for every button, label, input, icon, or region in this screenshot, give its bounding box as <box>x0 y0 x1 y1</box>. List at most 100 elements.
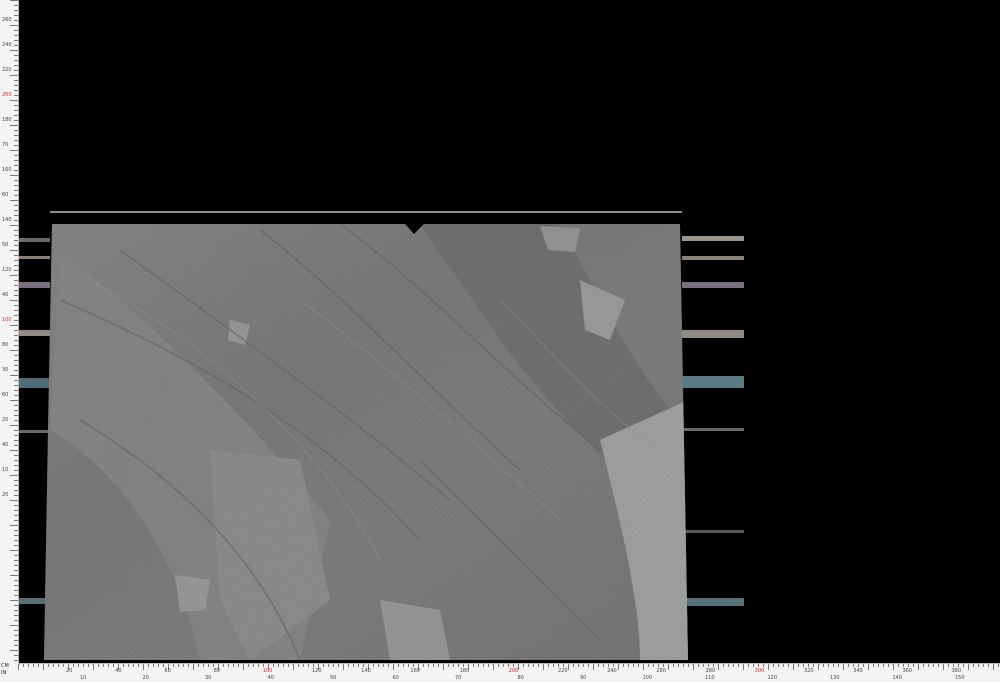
ruler-tick <box>753 664 754 667</box>
ruler-tick <box>928 664 929 667</box>
ruler-label-in: 50 <box>330 675 337 681</box>
ruler-tick <box>14 70 18 71</box>
ruler-tick <box>623 664 624 667</box>
ruler-tick <box>258 664 259 667</box>
ruler-tick <box>563 664 564 667</box>
ruler-tick <box>14 570 18 571</box>
ruler-tick <box>673 664 674 667</box>
ruler-tick <box>693 664 694 670</box>
ruler-tick <box>793 664 794 670</box>
ruler-tick <box>188 664 189 667</box>
ruler-tick <box>14 555 18 556</box>
ruler-tick <box>918 664 919 670</box>
ruler-tick <box>678 664 679 667</box>
ruler-tick <box>14 460 18 461</box>
ruler-tick <box>73 664 74 667</box>
ruler-corner: CM IN <box>0 663 18 681</box>
ruler-tick <box>14 535 18 536</box>
ruler-tick <box>833 664 834 667</box>
ruler-tick <box>88 664 89 667</box>
ruler-label: 240 <box>2 42 12 48</box>
ruler-tick <box>198 664 199 667</box>
ruler-tick <box>433 664 434 667</box>
ruler-tick <box>123 664 124 667</box>
ruler-label-cm: 100 <box>262 668 273 674</box>
ruler-tick <box>14 40 18 41</box>
ruler-label-in: 10 <box>80 675 87 681</box>
ruler-tick <box>58 664 59 667</box>
ruler-tick <box>383 664 384 667</box>
ruler-label-cm: 120 <box>312 668 322 674</box>
ruler-tick <box>14 305 18 306</box>
ruler-unit-in: IN <box>1 670 7 676</box>
ruler-tick <box>903 664 904 667</box>
ruler-tick <box>93 664 94 670</box>
ruler-label-cm: 360 <box>902 668 912 674</box>
ruler-tick <box>48 664 49 667</box>
ruler-tick <box>14 15 18 16</box>
ruler-tick <box>10 500 18 501</box>
ruler-tick <box>393 664 394 670</box>
ruler-tick <box>983 664 984 667</box>
marble-slab-image <box>18 211 744 660</box>
ruler-tick <box>748 664 749 667</box>
ruler-tick <box>533 664 534 667</box>
ruler-tick <box>14 10 18 11</box>
ruler-tick <box>203 664 204 667</box>
ruler-tick <box>853 664 854 667</box>
ruler-label-cm: 180 <box>459 668 470 674</box>
ruler-tick <box>378 664 379 667</box>
ruler-tick <box>14 190 18 191</box>
ruler-tick <box>14 240 18 241</box>
ruler-tick <box>808 664 809 667</box>
ruler-tick <box>758 664 759 667</box>
ruler-tick <box>478 664 479 667</box>
ruler-tick <box>14 355 18 356</box>
ruler-tick <box>10 625 18 626</box>
ruler-tick <box>38 664 39 667</box>
ruler-label: 100 <box>2 317 12 323</box>
ruler-tick <box>14 585 18 586</box>
ruler-tick <box>10 550 18 551</box>
ruler-tick <box>14 55 18 56</box>
ruler-tick <box>14 565 18 566</box>
ruler-tick <box>803 664 804 667</box>
ruler-tick <box>588 664 589 667</box>
ruler-tick <box>14 545 18 546</box>
ruler-tick <box>14 615 18 616</box>
ruler-tick <box>438 664 439 667</box>
ruler-tick <box>10 125 18 126</box>
ruler-tick <box>14 90 18 91</box>
ruler-tick <box>988 664 989 667</box>
ruler-tick <box>543 664 544 670</box>
ruler-tick <box>10 150 18 151</box>
ruler-tick <box>463 664 464 667</box>
ruler-tick <box>14 380 18 381</box>
ruler-tick <box>953 664 954 667</box>
ruler-label-cm: 280 <box>705 668 716 674</box>
ruler-tick <box>548 664 549 667</box>
ruler-label: 140 <box>2 217 12 223</box>
ruler-label: 20 <box>2 492 9 498</box>
ruler-tick <box>743 664 744 670</box>
ruler-tick <box>14 365 18 366</box>
ruler-tick <box>788 664 789 667</box>
ruler-tick <box>14 470 18 471</box>
ruler-tick <box>10 250 18 251</box>
ruler-tick <box>638 664 639 667</box>
ruler-tick <box>783 664 784 667</box>
ruler-tick <box>14 405 18 406</box>
ruler-label-cm: 240 <box>607 668 617 674</box>
ruler-label-cm: 220 <box>558 668 568 674</box>
ruler-tick <box>14 120 18 121</box>
ruler-tick <box>14 610 18 611</box>
ruler-tick <box>843 664 844 670</box>
ruler-tick <box>573 664 574 667</box>
ruler-tick <box>14 635 18 636</box>
ruler-tick <box>14 435 18 436</box>
ruler-tick <box>14 515 18 516</box>
ruler-tick <box>14 255 18 256</box>
ruler-tick <box>14 495 18 496</box>
ruler-tick <box>14 385 18 386</box>
ruler-tick <box>14 220 18 221</box>
